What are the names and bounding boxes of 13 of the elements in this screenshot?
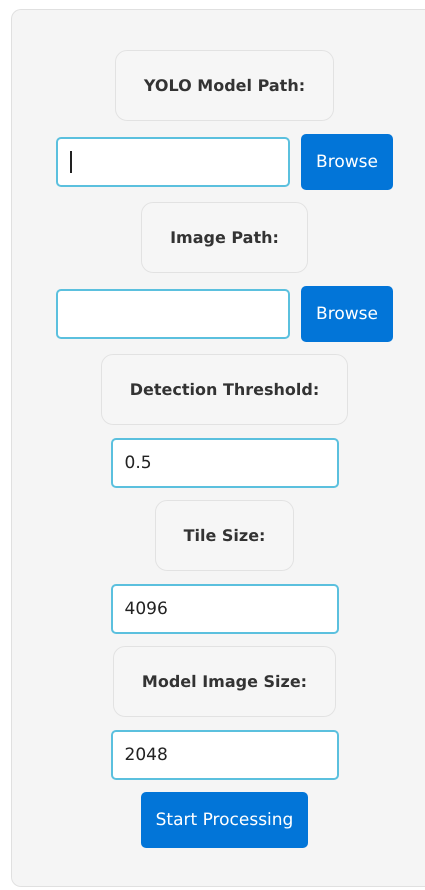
input-field[interactable]: 0.5: [110, 438, 338, 488]
input-field[interactable]: [56, 137, 290, 187]
input-field[interactable]: 2048: [110, 730, 338, 780]
browse-button[interactable]: Browse: [301, 134, 393, 190]
field-label: Detection Threshold:: [100, 354, 348, 425]
input-field[interactable]: 4096: [110, 584, 338, 634]
field-label: Model Image Size:: [112, 646, 336, 717]
field-label: Image Path:: [141, 202, 308, 273]
input-field[interactable]: [56, 289, 290, 339]
field-label: Tile Size:: [154, 500, 294, 571]
field-label: YOLO Model Path:: [114, 50, 334, 121]
start-button[interactable]: Start Processing: [140, 792, 308, 848]
browse-button[interactable]: Browse: [301, 286, 393, 342]
